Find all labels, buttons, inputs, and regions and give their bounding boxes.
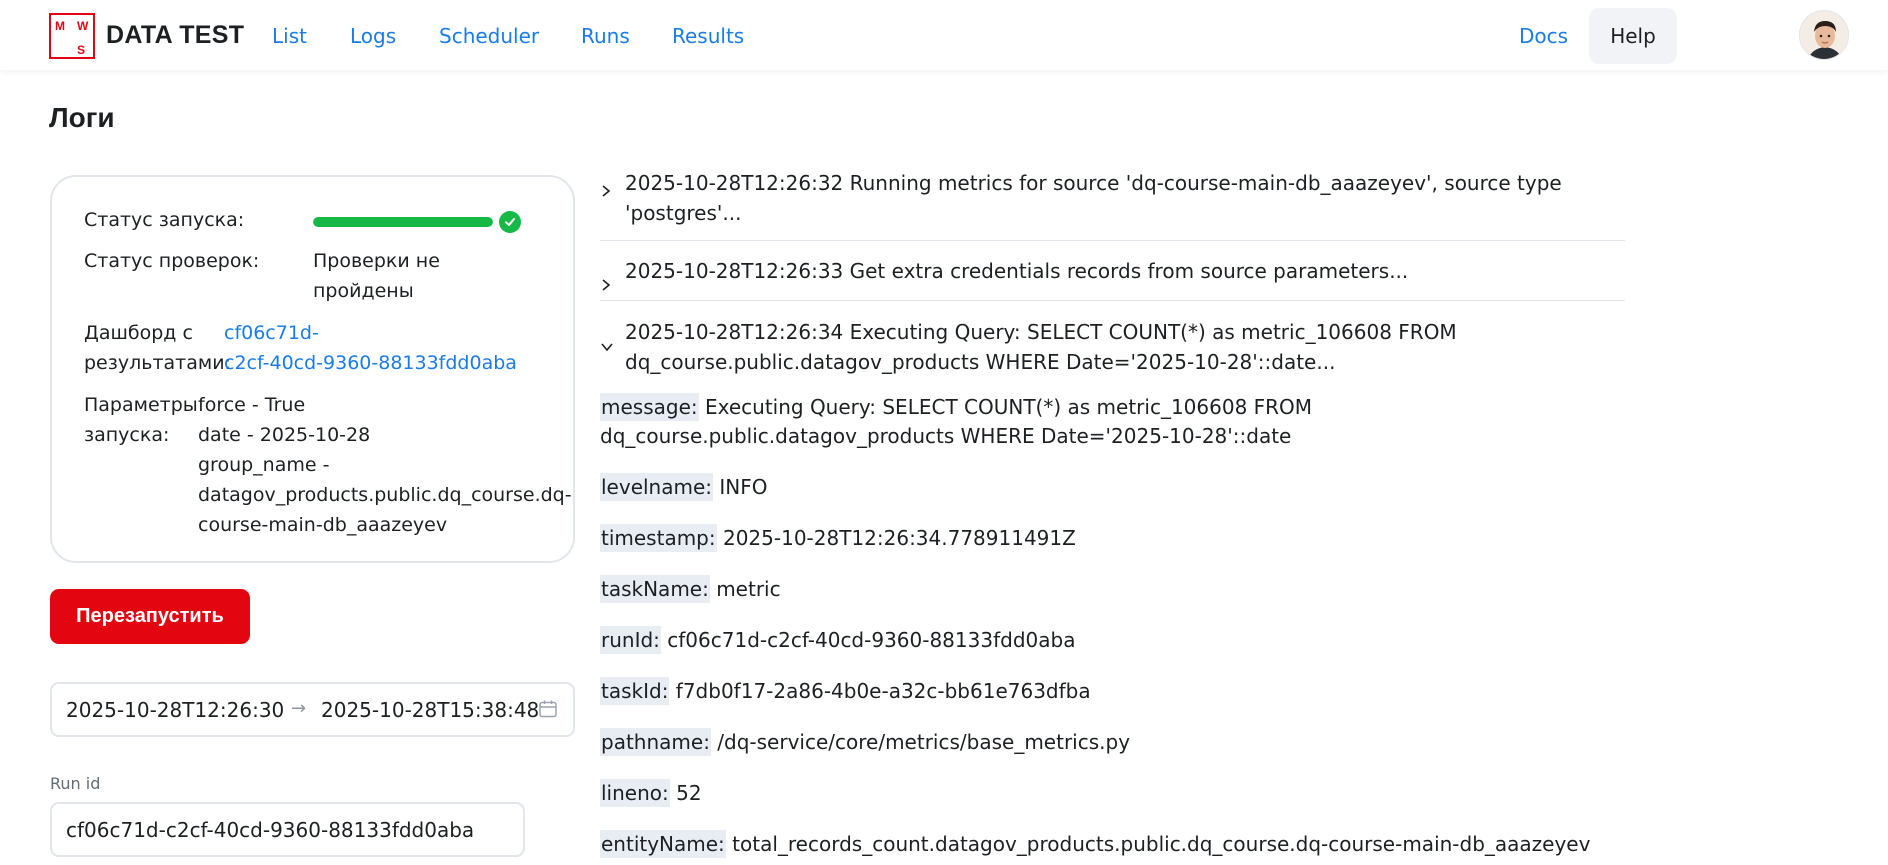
- detail-key-lineno: lineno:: [600, 779, 670, 807]
- logo-letter-m: M: [55, 19, 65, 33]
- mws-logo[interactable]: M W S: [49, 13, 95, 59]
- detail-key-pathname: pathname:: [600, 728, 711, 756]
- nav-logs[interactable]: Logs: [350, 24, 396, 48]
- brand-name: DATA TEST: [106, 21, 245, 49]
- calendar-icon[interactable]: [538, 699, 558, 719]
- param-force: force - True: [198, 394, 306, 416]
- log-entry-2-line1: 2025-10-28T12:26:33 Get extra credential…: [625, 259, 1409, 283]
- detail-message: message: Executing Query: SELECT COUNT(*…: [600, 393, 1312, 422]
- range-arrow-icon: →: [291, 698, 307, 719]
- detail-pathname: pathname: /dq-service/core/metrics/base_…: [600, 728, 1130, 757]
- log-entry-3-line2: dq_course.public.datagov_products WHERE …: [625, 350, 1336, 374]
- nav-results[interactable]: Results: [672, 24, 744, 48]
- detail-entityname: entityName: total_records_count.datagov_…: [600, 830, 1590, 859]
- run-id-label: Run id: [50, 774, 101, 793]
- detail-lineno: lineno: 52: [600, 779, 702, 808]
- detail-value-levelname: INFO: [713, 475, 768, 499]
- run-status-card: Статус запуска: Статус проверок: Проверк…: [50, 175, 575, 563]
- restart-button[interactable]: Перезапустить: [50, 589, 250, 644]
- page-title: Логи: [49, 102, 115, 133]
- chevron-down-icon[interactable]: [600, 337, 614, 358]
- logo-letter-s: S: [77, 43, 86, 57]
- param-group-name-value-line1: datagov_products.public.dq_course.dq-: [198, 484, 572, 506]
- detail-timestamp: timestamp: 2025-10-28T12:26:34.778911491…: [600, 524, 1076, 553]
- dashboard-link-line1[interactable]: cf06c71d-: [224, 318, 319, 348]
- log-entry-3[interactable]: 2025-10-28T12:26:34 Executing Query: SEL…: [600, 317, 1625, 379]
- user-avatar[interactable]: [1799, 10, 1849, 60]
- nav-scheduler[interactable]: Scheduler: [439, 24, 539, 48]
- detail-taskname: taskName: metric: [600, 575, 781, 604]
- dashboard-label-line1: Дашборд с: [84, 322, 193, 344]
- log-entry-2[interactable]: 2025-10-28T12:26:33 Get extra credential…: [600, 256, 1625, 301]
- chevron-right-icon[interactable]: [600, 276, 612, 297]
- nav-docs[interactable]: Docs: [1519, 24, 1568, 48]
- logo-letter-w: W: [77, 19, 89, 33]
- log-entry-1-line1: 2025-10-28T12:26:32 Running metrics for …: [625, 171, 1562, 195]
- date-from-value[interactable]: 2025-10-28T12:26:30: [66, 698, 284, 722]
- check-circle-icon: [499, 211, 521, 233]
- log-entry-1-line2: 'postgres'...: [625, 201, 742, 225]
- date-to-value[interactable]: 2025-10-28T15:38:48: [321, 698, 539, 722]
- dashboard-link-line2[interactable]: c2cf-40cd-9360-88133fdd0aba: [224, 348, 517, 378]
- nav-runs[interactable]: Runs: [581, 24, 630, 48]
- log-entry-1[interactable]: 2025-10-28T12:26:32 Running metrics for …: [600, 168, 1625, 241]
- detail-key-levelname: levelname:: [600, 473, 714, 501]
- params-label-line2: запуска:: [84, 424, 170, 446]
- detail-value-taskname: metric: [709, 577, 781, 601]
- checks-status-value-line1: Проверки не: [313, 250, 440, 272]
- detail-value-runid: cf06c71d-c2cf-40cd-9360-88133fdd0aba: [660, 628, 1076, 652]
- top-navigation-bar: M W S DATA TEST List Logs Scheduler Runs…: [0, 0, 1888, 70]
- checks-status-label: Статус проверок:: [84, 250, 260, 272]
- date-range-picker[interactable]: 2025-10-28T12:26:30 → 2025-10-28T15:38:4…: [50, 682, 575, 737]
- dashboard-label-line2: результатами:: [84, 352, 231, 374]
- detail-key-taskid: taskId:: [600, 677, 670, 705]
- detail-key-entityname: entityName:: [600, 830, 726, 858]
- params-label-line1: Параметры: [84, 394, 198, 416]
- detail-value-message: Executing Query: SELECT COUNT(*) as metr…: [698, 395, 1313, 419]
- help-button[interactable]: Help: [1589, 8, 1677, 64]
- avatar-portrait-icon: [1800, 11, 1848, 59]
- detail-levelname: levelname: INFO: [600, 473, 767, 502]
- checks-status-value-line2: пройдены: [313, 280, 414, 302]
- param-date: date - 2025-10-28: [198, 424, 371, 446]
- detail-key-timestamp: timestamp:: [600, 524, 717, 552]
- detail-value-lineno: 52: [669, 781, 702, 805]
- detail-taskid: taskId: f7db0f17-2a86-4b0e-a32c-bb61e763…: [600, 677, 1091, 706]
- run-status-label: Статус запуска:: [84, 209, 245, 231]
- detail-value-entityname: total_records_count.datagov_products.pub…: [725, 832, 1591, 856]
- detail-message-cont: dq_course.public.datagov_products WHERE …: [600, 422, 1291, 451]
- detail-value-timestamp: 2025-10-28T12:26:34.778911491Z: [716, 526, 1076, 550]
- detail-runid: runId: cf06c71d-c2cf-40cd-9360-88133fdd0…: [600, 626, 1075, 655]
- run-progress-bar: [313, 217, 493, 227]
- detail-key-message: message:: [600, 393, 699, 421]
- detail-value-taskid: f7db0f17-2a86-4b0e-a32c-bb61e763dfba: [669, 679, 1091, 703]
- detail-value-message-line2: dq_course.public.datagov_products WHERE …: [600, 424, 1292, 448]
- detail-key-runid: runId:: [600, 626, 661, 654]
- param-group-name-value-line2: course-main-db_aaazeyev: [198, 514, 448, 536]
- param-group-name: group_name -: [198, 454, 330, 476]
- run-id-input[interactable]: [50, 802, 525, 857]
- run-progress-fill: [313, 217, 493, 227]
- log-entry-3-line1: 2025-10-28T12:26:34 Executing Query: SEL…: [625, 320, 1457, 344]
- detail-value-pathname: /dq-service/core/metrics/base_metrics.py: [710, 730, 1131, 754]
- detail-key-taskname: taskName:: [600, 575, 710, 603]
- nav-list[interactable]: List: [272, 24, 307, 48]
- chevron-right-icon[interactable]: [600, 182, 612, 203]
